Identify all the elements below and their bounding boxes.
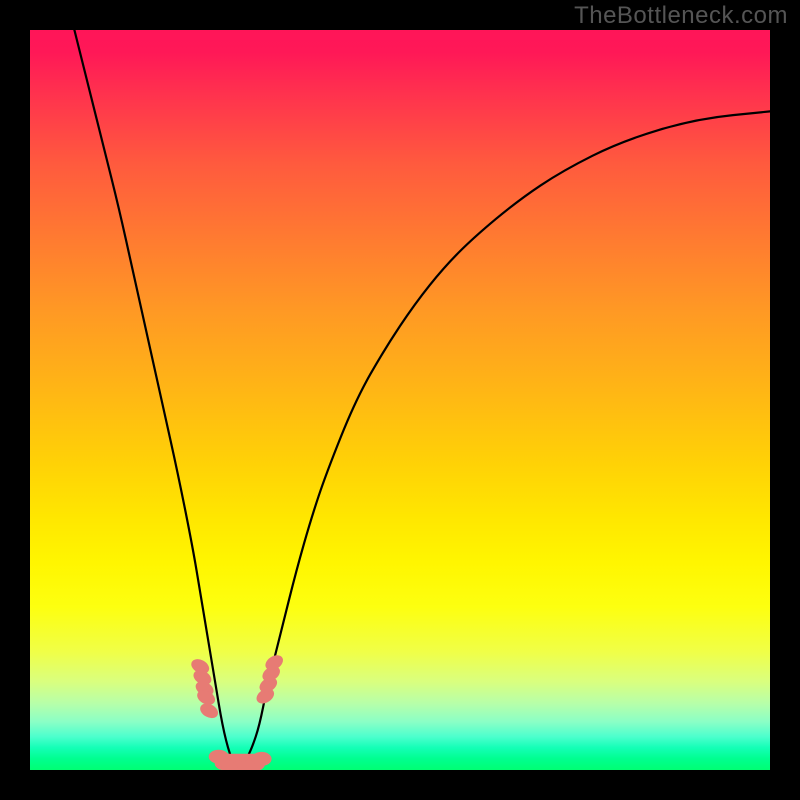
marker-layer bbox=[189, 652, 286, 770]
bottleneck-curve bbox=[74, 30, 770, 768]
bottom-cluster-blob bbox=[252, 752, 272, 766]
watermark-text: TheBottleneck.com bbox=[574, 2, 788, 30]
curve-layer bbox=[30, 30, 770, 770]
chart-frame: TheBottleneck.com bbox=[0, 0, 800, 800]
plot-area bbox=[30, 30, 770, 770]
